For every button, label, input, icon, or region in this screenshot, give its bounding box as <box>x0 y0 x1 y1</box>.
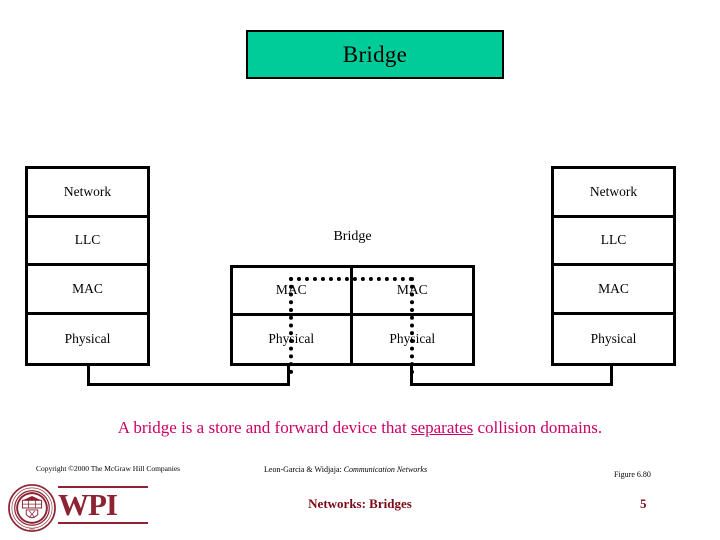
stack-right-layer-physical: Physical <box>590 330 637 346</box>
protocol-stack-right: Network LLC MAC Physical <box>551 166 676 366</box>
caption-text-emphasis: separates <box>410 418 474 437</box>
connector-right-stack-drop <box>610 366 613 386</box>
footer-page-number: 5 <box>640 496 647 511</box>
dotted-path-right-riser <box>410 277 414 374</box>
book-authors: Leon-Garcia & Widjaja: <box>264 465 342 474</box>
caption-text-after: collision domains. <box>473 418 603 437</box>
slide-title-box: Bridge <box>246 30 504 79</box>
wpi-rule-bottom <box>58 522 148 524</box>
dotted-path-crossover <box>289 277 413 281</box>
caption-text-before: A bridge is a store and forward device t… <box>117 418 411 437</box>
figure-number: Figure 6.80 <box>614 470 651 479</box>
stack-left-layer-network: Network <box>28 169 147 218</box>
stack-right-layer-mac: MAC <box>554 266 673 315</box>
book-credit: Leon-Garcia & Widjaja: Communication Net… <box>264 465 427 474</box>
bridge-label: Bridge <box>333 229 372 244</box>
dotted-path-left-riser <box>289 277 293 374</box>
stack-left-layer-llc: LLC <box>28 218 147 266</box>
svg-text:· · · · · · ·: · · · · · · · <box>26 487 39 491</box>
stack-right-layer-network: Network <box>554 169 673 218</box>
stack-right-layer-llc: LLC <box>554 218 673 266</box>
connector-right-segment <box>410 383 613 386</box>
copyright-credit: Copyright ©2000 The McGraw Hill Companie… <box>36 464 181 473</box>
connector-left-segment <box>87 383 290 386</box>
footer-title: Networks: Bridges <box>308 496 412 511</box>
book-title: Communication Networks <box>343 465 428 474</box>
page-title: Bridge <box>342 41 408 67</box>
stack-left-layer-physical: Physical <box>64 330 111 346</box>
protocol-stack-left: Network LLC MAC Physical <box>25 166 150 366</box>
slide-caption: A bridge is a store and forward device t… <box>0 418 720 438</box>
svg-text:· 1865 ·: · 1865 · <box>27 527 38 531</box>
connector-bridge-left-drop <box>287 366 290 386</box>
stack-left-layer-mac: MAC <box>28 266 147 315</box>
slide-canvas: Bridge Network LLC MAC Physical Network … <box>0 0 720 540</box>
